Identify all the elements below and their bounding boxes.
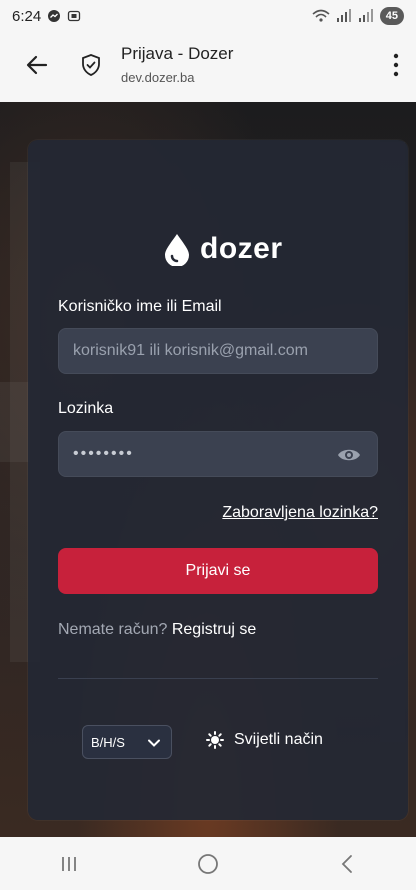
language-select[interactable]: B/H/S: [82, 725, 172, 759]
home-icon: [198, 853, 218, 874]
status-bar: 6:24 45: [0, 0, 416, 32]
register-row: Nemate račun? Registruj se: [58, 621, 256, 639]
status-left: 6:24: [12, 8, 81, 25]
signal-icon: [336, 9, 351, 22]
home-button[interactable]: [188, 849, 228, 879]
password-value: ••••••••: [73, 445, 134, 462]
screenshot-icon: [68, 10, 81, 22]
login-button[interactable]: Prijavi se: [58, 548, 378, 594]
password-input[interactable]: ••••••••: [58, 431, 378, 477]
system-nav-bar: [0, 837, 416, 890]
page-title: Prijava - Dozer: [121, 44, 234, 63]
username-label: Korisničko ime ili Email: [58, 298, 222, 315]
chevron-down-icon: [148, 739, 160, 747]
theme-label: Svijetli način: [234, 731, 323, 748]
password-label: Lozinka: [58, 400, 114, 417]
back-arrow-icon[interactable]: [26, 54, 48, 76]
more-vert-icon[interactable]: [392, 52, 400, 78]
theme-toggle[interactable]: Svijetli način: [206, 731, 323, 749]
forgot-password-link[interactable]: Zaboravljena lozinka?: [222, 504, 378, 522]
shield-check-icon[interactable]: [80, 53, 102, 77]
sun-icon: [206, 731, 224, 749]
battery-badge: 45: [379, 7, 404, 25]
back-button[interactable]: [327, 849, 367, 879]
back-icon: [341, 854, 352, 873]
brand-name: dozer: [200, 232, 283, 265]
page-url[interactable]: dev.dozer.ba: [121, 70, 194, 85]
status-time: 6:24: [12, 7, 42, 25]
divider: [58, 678, 378, 679]
language-value: B/H/S: [91, 734, 125, 750]
messenger-icon: [48, 10, 61, 22]
username-placeholder: korisnik91 ili korisnik@gmail.com: [73, 342, 308, 359]
username-input[interactable]: korisnik91 ili korisnik@gmail.com: [58, 328, 378, 374]
signal-2-icon: [358, 9, 373, 22]
wifi-icon: [312, 9, 330, 22]
browser-header: Prijava - Dozer dev.dozer.ba: [0, 32, 416, 102]
logo: dozer: [162, 232, 283, 266]
eye-icon[interactable]: [337, 444, 361, 466]
recent-apps-button[interactable]: [49, 849, 89, 879]
water-drop-icon: [165, 234, 189, 266]
register-link[interactable]: Registruj se: [172, 621, 256, 638]
status-right: 45: [312, 7, 404, 25]
recent-apps-icon: [62, 856, 77, 871]
no-account-text: Nemate račun?: [58, 621, 168, 638]
